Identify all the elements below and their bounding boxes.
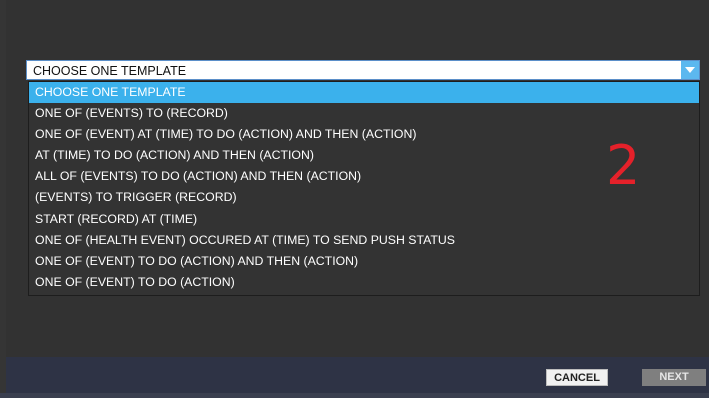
- template-listbox: CHOOSE ONE TEMPLATE ONE OF (EVENTS) TO (…: [28, 81, 700, 296]
- cancel-button[interactable]: CANCEL: [546, 369, 608, 386]
- template-select[interactable]: CHOOSE ONE TEMPLATE: [26, 60, 700, 80]
- status-strip: [0, 393, 709, 398]
- template-option[interactable]: ONE OF (EVENTS) TO (RECORD): [29, 103, 699, 124]
- template-option[interactable]: (EVENTS) TO TRIGGER (RECORD): [29, 187, 699, 208]
- template-select-value: CHOOSE ONE TEMPLATE: [33, 64, 187, 78]
- template-option[interactable]: ONE OF (HEALTH EVENT) OCCURED AT (TIME) …: [29, 230, 699, 251]
- template-option[interactable]: ONE OF (EVENT) TO DO (ACTION) AND THEN (…: [29, 251, 699, 272]
- template-option[interactable]: START (RECORD) AT (TIME): [29, 209, 699, 230]
- template-dialog: CHOOSE ONE TEMPLATE CHOOSE ONE TEMPLATE …: [6, 0, 709, 398]
- annotation-marker: 2: [606, 134, 641, 197]
- template-option[interactable]: ALL OF (EVENTS) TO DO (ACTION) AND THEN …: [29, 166, 699, 187]
- template-option[interactable]: CHOOSE ONE TEMPLATE: [29, 82, 699, 104]
- template-option[interactable]: ONE OF (EVENT) TO DO (ACTION): [29, 272, 699, 293]
- template-option[interactable]: ONE OF (EVENT) AT (TIME) TO DO (ACTION) …: [29, 124, 699, 145]
- next-button[interactable]: NEXT: [642, 369, 706, 386]
- chevron-down-icon[interactable]: [681, 61, 699, 79]
- template-option[interactable]: AT (TIME) TO DO (ACTION) AND THEN (ACTIO…: [29, 145, 699, 166]
